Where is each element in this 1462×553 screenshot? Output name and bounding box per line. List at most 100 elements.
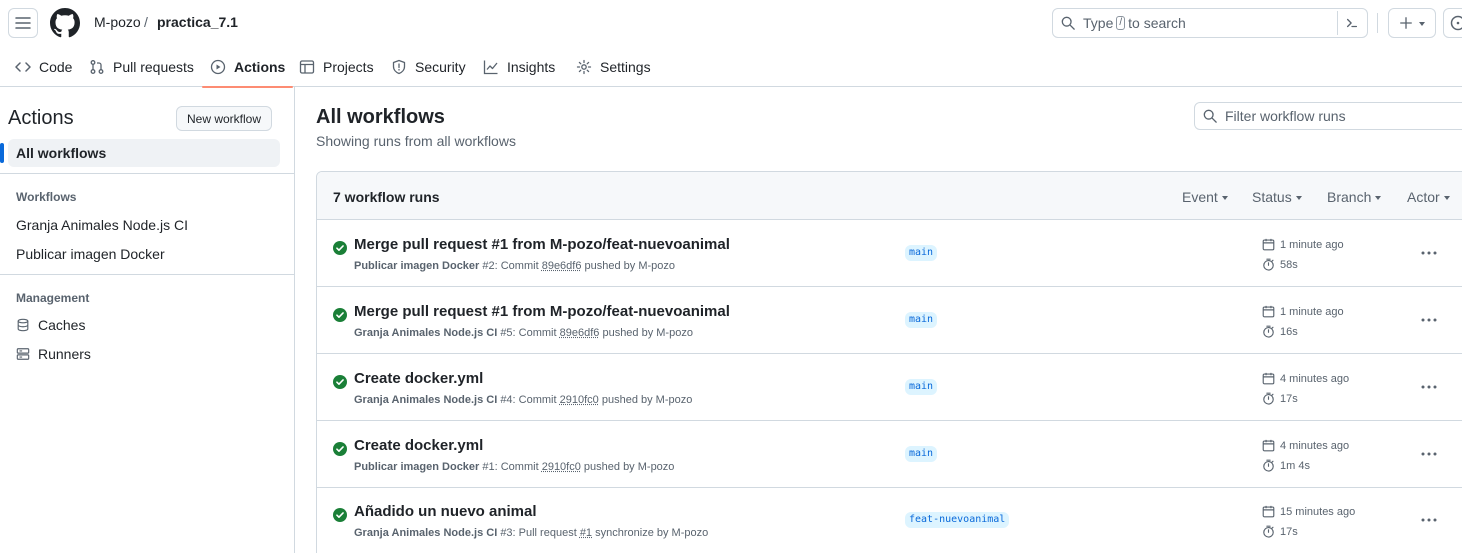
sidebar-title: Actions bbox=[8, 107, 74, 130]
run-ref[interactable]: 2910fc0 bbox=[560, 394, 599, 406]
search-icon bbox=[1203, 109, 1217, 123]
workflows-heading: Workflows bbox=[16, 190, 76, 204]
play-icon bbox=[210, 59, 226, 75]
run-duration-text: 17s bbox=[1280, 526, 1298, 538]
run-time-text: 1 minute ago bbox=[1280, 306, 1344, 318]
tab-pull-requests[interactable]: Pull requests bbox=[89, 46, 194, 87]
server-icon bbox=[16, 347, 30, 361]
run-menu-button[interactable] bbox=[1417, 445, 1441, 463]
command-palette-button[interactable] bbox=[1337, 11, 1365, 35]
tab-code[interactable]: Code bbox=[15, 46, 72, 87]
run-ref[interactable]: 2910fc0 bbox=[542, 461, 581, 473]
run-duration-text: 58s bbox=[1280, 259, 1298, 271]
filter-runs-field[interactable] bbox=[1194, 102, 1462, 130]
table-icon bbox=[299, 59, 315, 75]
workflow-run-row[interactable]: Merge pull request #1 from M-pozo/feat-n… bbox=[317, 287, 1462, 354]
tab-label: Insights bbox=[507, 59, 555, 75]
create-new-button[interactable] bbox=[1388, 8, 1436, 38]
tab-security[interactable]: Security bbox=[391, 46, 466, 87]
kebab-horizontal-icon bbox=[1421, 385, 1437, 389]
status-filter-button[interactable]: Status bbox=[1252, 189, 1302, 205]
run-menu-button[interactable] bbox=[1417, 511, 1441, 529]
breadcrumb-repo[interactable]: practica_7.1 bbox=[157, 14, 238, 30]
event-filter-button[interactable]: Event bbox=[1182, 189, 1228, 205]
run-ref[interactable]: 89e6df6 bbox=[560, 327, 600, 339]
tab-insights[interactable]: Insights bbox=[483, 46, 555, 87]
branch-label[interactable]: main bbox=[905, 245, 937, 261]
database-icon bbox=[16, 318, 30, 332]
run-menu-button[interactable] bbox=[1417, 311, 1441, 329]
run-title[interactable]: Añadido un nuevo animal bbox=[354, 503, 537, 520]
search-input[interactable]: Type / to search bbox=[1052, 8, 1368, 38]
search-shortcut-key: / bbox=[1116, 16, 1125, 30]
stopwatch-icon bbox=[1262, 258, 1275, 271]
tab-projects[interactable]: Projects bbox=[299, 46, 374, 87]
branch-label[interactable]: feat-nuevoanimal bbox=[905, 512, 1009, 528]
tab-label: Settings bbox=[600, 59, 651, 75]
run-menu-button[interactable] bbox=[1417, 244, 1441, 262]
branch-label[interactable]: main bbox=[905, 379, 937, 395]
shield-icon bbox=[391, 59, 407, 75]
run-number: #2: Commit bbox=[482, 260, 538, 272]
calendar-icon bbox=[1262, 372, 1275, 385]
sidebar-item-caches[interactable]: Caches bbox=[16, 317, 85, 333]
search-icon bbox=[1061, 16, 1075, 30]
chevron-down-icon bbox=[1419, 22, 1425, 26]
stopwatch-icon bbox=[1262, 459, 1275, 472]
run-time: 1 minute ago bbox=[1262, 238, 1344, 251]
success-check-icon bbox=[333, 442, 347, 456]
tab-settings[interactable]: Settings bbox=[576, 46, 651, 87]
run-time-text: 1 minute ago bbox=[1280, 239, 1344, 251]
sidebar-item-publicar-docker[interactable]: Publicar imagen Docker bbox=[16, 246, 165, 262]
branch-label[interactable]: main bbox=[905, 446, 937, 462]
success-check-icon bbox=[333, 241, 347, 255]
tab-label: Projects bbox=[323, 59, 374, 75]
sidebar-item-granja-ci[interactable]: Granja Animales Node.js CI bbox=[16, 217, 188, 233]
github-logo[interactable] bbox=[50, 8, 80, 38]
sidebar-item-runners[interactable]: Runners bbox=[16, 346, 91, 362]
run-title[interactable]: Merge pull request #1 from M-pozo/feat-n… bbox=[354, 303, 730, 320]
chevron-down-icon bbox=[1222, 196, 1228, 200]
tab-actions[interactable]: Actions bbox=[210, 46, 285, 87]
run-number: #5: Commit bbox=[500, 327, 556, 339]
run-title[interactable]: Create docker.yml bbox=[354, 370, 483, 387]
calendar-icon bbox=[1262, 505, 1275, 518]
kebab-horizontal-icon bbox=[1421, 518, 1437, 522]
workflow-run-row[interactable]: Create docker.yml Publicar imagen Docker… bbox=[317, 421, 1462, 488]
repo-nav: Code Pull requests Actions Projects Secu… bbox=[0, 46, 1462, 87]
filter-runs-input[interactable] bbox=[1225, 108, 1445, 124]
breadcrumb-owner[interactable]: M-pozo bbox=[94, 14, 141, 30]
run-ref[interactable]: #1 bbox=[580, 527, 592, 539]
run-title[interactable]: Merge pull request #1 from M-pozo/feat-n… bbox=[354, 236, 730, 253]
workflow-run-row[interactable]: Merge pull request #1 from M-pozo/feat-n… bbox=[317, 220, 1462, 287]
run-duration: 16s bbox=[1262, 325, 1298, 338]
run-ref[interactable]: 89e6df6 bbox=[542, 260, 582, 272]
issues-button[interactable] bbox=[1443, 8, 1462, 38]
chevron-down-icon bbox=[1296, 196, 1302, 200]
hamburger-icon bbox=[15, 15, 31, 31]
run-title[interactable]: Create docker.yml bbox=[354, 437, 483, 454]
run-meta: Granja Animales Node.js CI #5: Commit 89… bbox=[354, 327, 693, 339]
tab-label: Actions bbox=[234, 59, 285, 75]
page-subtitle: Showing runs from all workflows bbox=[316, 133, 516, 149]
branch-filter-button[interactable]: Branch bbox=[1327, 189, 1381, 205]
run-meta: Granja Animales Node.js CI #3: Pull requ… bbox=[354, 527, 708, 539]
runs-count: 7 workflow runs bbox=[333, 189, 440, 205]
global-header: M-pozo / practica_7.1 Type / to search bbox=[0, 0, 1462, 46]
filter-label: Status bbox=[1252, 189, 1292, 205]
filter-label: Branch bbox=[1327, 189, 1371, 205]
run-time-text: 4 minutes ago bbox=[1280, 440, 1349, 452]
workflow-run-row[interactable]: Create docker.yml Granja Animales Node.j… bbox=[317, 354, 1462, 421]
sidebar-item-all-workflows[interactable]: All workflows bbox=[8, 139, 280, 167]
run-action: pushed by M-pozo bbox=[602, 394, 693, 406]
chevron-down-icon bbox=[1444, 196, 1450, 200]
menu-button[interactable] bbox=[8, 8, 38, 38]
run-duration: 1m 4s bbox=[1262, 459, 1310, 472]
actor-filter-button[interactable]: Actor bbox=[1407, 189, 1450, 205]
sidebar-divider bbox=[0, 173, 294, 174]
run-menu-button[interactable] bbox=[1417, 378, 1441, 396]
graph-icon bbox=[483, 59, 499, 75]
workflow-run-row[interactable]: Añadido un nuevo animal Granja Animales … bbox=[317, 487, 1462, 553]
branch-label[interactable]: main bbox=[905, 312, 937, 328]
new-workflow-button[interactable]: New workflow bbox=[176, 106, 272, 131]
